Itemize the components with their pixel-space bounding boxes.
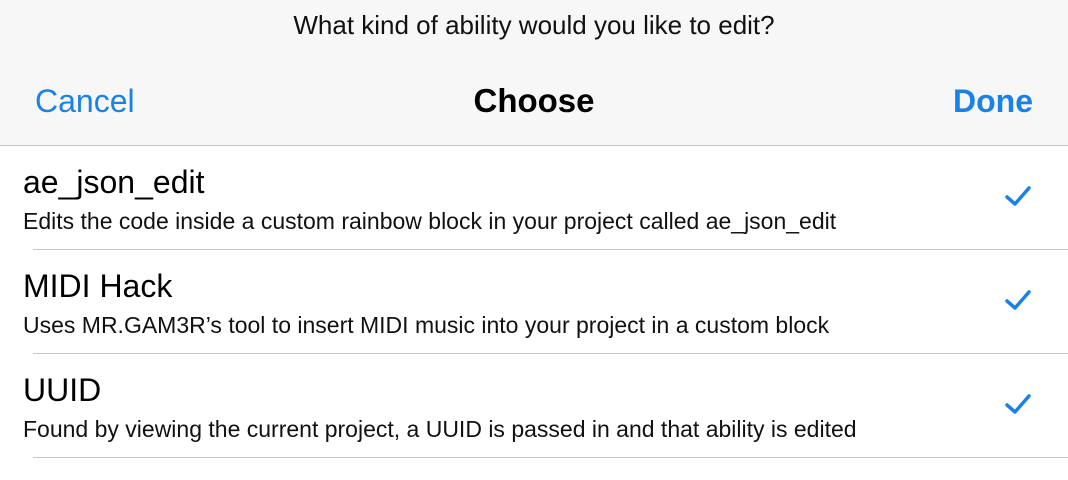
page-title: Choose	[473, 82, 595, 119]
cancel-button[interactable]: Cancel	[35, 80, 135, 122]
prompt-text: What kind of ability would you like to e…	[293, 10, 775, 40]
done-button[interactable]: Done	[953, 80, 1033, 122]
list-item-uuid[interactable]: UUID Found by viewing the current projec…	[0, 354, 1068, 458]
list-item-title: MIDI Hack	[23, 268, 173, 304]
list-item-title: UUID	[23, 372, 102, 408]
list-item-subtitle: Uses MR.GAM3R’s tool to insert MIDI musi…	[23, 312, 830, 338]
checkmark-icon	[1005, 394, 1031, 414]
checkmark-icon	[1005, 290, 1031, 310]
list-item-midi-hack[interactable]: MIDI Hack Uses MR.GAM3R’s tool to insert…	[0, 250, 1068, 354]
checkmark-icon	[1005, 186, 1031, 206]
navigation-header: What kind of ability would you like to e…	[0, 0, 1068, 146]
list-item-title: ae_json_edit	[23, 164, 205, 200]
list-item-subtitle: Found by viewing the current project, a …	[23, 416, 857, 442]
list-item-subtitle: Edits the code inside a custom rainbow b…	[23, 208, 837, 234]
list-item-ae-json-edit[interactable]: ae_json_edit Edits the code inside a cus…	[0, 146, 1068, 250]
ability-list: ae_json_edit Edits the code inside a cus…	[0, 146, 1068, 458]
